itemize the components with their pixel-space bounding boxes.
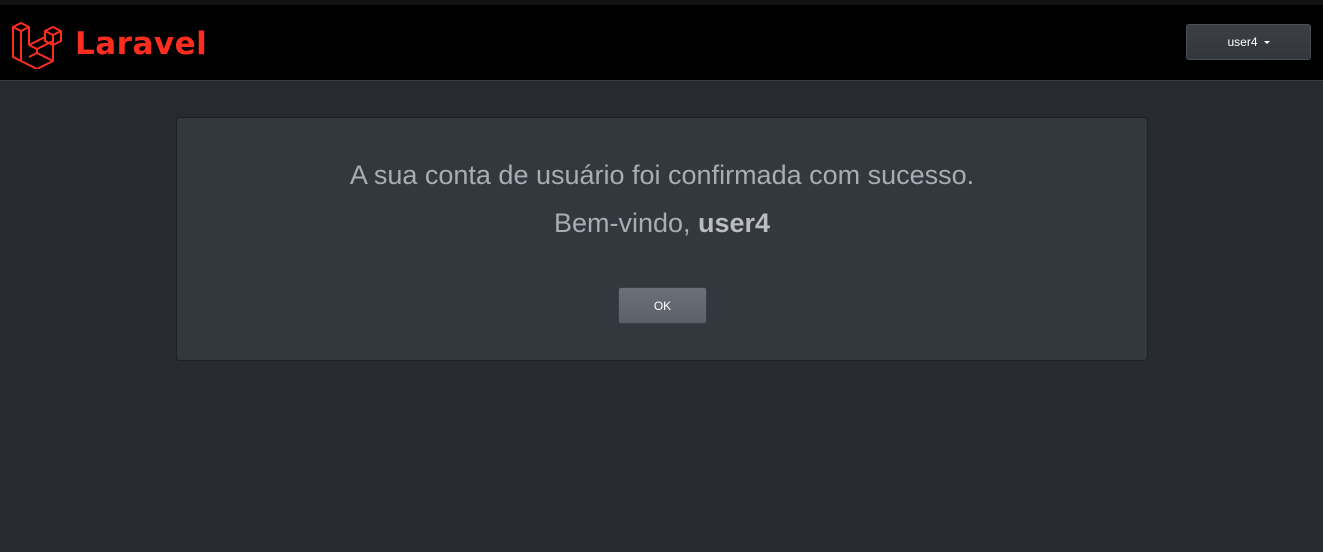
- welcome-prefix: Bem-vindo,: [553, 208, 698, 238]
- laravel-logo-icon: [12, 22, 62, 69]
- welcome-message: Bem-vindo, user4: [177, 206, 1147, 240]
- user-menu-dropdown[interactable]: user4: [1186, 24, 1311, 60]
- top-navbar: Laravel user4: [0, 0, 1323, 81]
- welcome-username: user4: [698, 208, 771, 238]
- ok-button[interactable]: OK: [618, 287, 707, 324]
- confirmation-card: A sua conta de usuário foi confirmada co…: [176, 117, 1148, 361]
- brand-name: Laravel: [75, 25, 208, 62]
- caret-down-icon: [1263, 41, 1270, 44]
- confirmation-message: A sua conta de usuário foi confirmada co…: [349, 160, 975, 190]
- user-menu-label: user4: [1227, 35, 1258, 49]
- brand-home-link[interactable]: Laravel: [11, 18, 207, 70]
